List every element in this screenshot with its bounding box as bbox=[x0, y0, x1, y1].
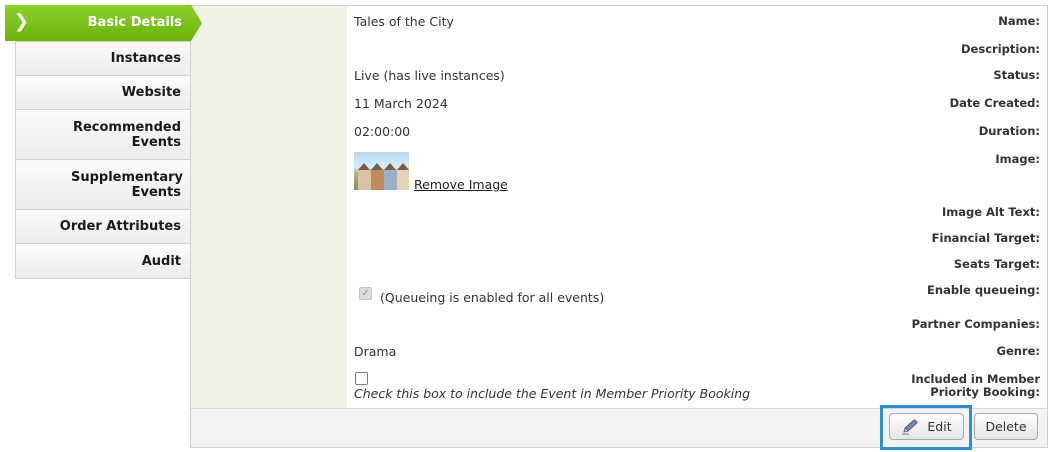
sidebar-item-label: Basic Details bbox=[87, 15, 182, 30]
event-image-thumbnail bbox=[354, 152, 409, 190]
queueing-note: (Queueing is enabled for all events) bbox=[380, 290, 605, 305]
genre-value: Drama bbox=[354, 344, 397, 359]
sidebar-item-instances[interactable]: Instances bbox=[15, 41, 191, 76]
sidebar-item-order-attributes[interactable]: Order Attributes bbox=[15, 210, 191, 244]
chevron-right-icon: ❯ bbox=[14, 11, 30, 32]
sidebar-item-label: Supplementary Events bbox=[71, 169, 183, 200]
description-label: Description: bbox=[961, 42, 1040, 56]
name-label: Name: bbox=[998, 14, 1040, 28]
enable-queueing-label: Enable queueing: bbox=[927, 283, 1040, 297]
seats-target-label: Seats Target: bbox=[953, 257, 1040, 271]
pencil-icon bbox=[901, 418, 919, 435]
sidebar-item-label: Instances bbox=[110, 51, 181, 66]
sidebar-item-label: Website bbox=[121, 85, 181, 100]
duration-label: Duration: bbox=[978, 124, 1040, 138]
member-priority-label-line2: Priority Booking: bbox=[930, 385, 1040, 399]
edit-button[interactable]: Edit bbox=[889, 413, 964, 440]
status-label: Status: bbox=[993, 68, 1040, 82]
label-column bbox=[191, 6, 347, 408]
date-created-value: 11 March 2024 bbox=[354, 96, 448, 111]
financial-target-label: Financial Target: bbox=[931, 231, 1040, 245]
member-priority-hint: Check this box to include the Event in M… bbox=[354, 386, 751, 401]
delete-button-label: Delete bbox=[985, 419, 1027, 434]
sidebar-item-label: Recommended Events bbox=[72, 119, 181, 150]
sidebar-nav: Instances Website Recommended Events Sup… bbox=[15, 5, 191, 279]
genre-label: Genre: bbox=[996, 344, 1041, 358]
delete-button[interactable]: Delete bbox=[974, 413, 1038, 440]
name-value: Tales of the City bbox=[354, 14, 454, 29]
sidebar-item-supplementary-events[interactable]: Supplementary Events bbox=[15, 160, 191, 210]
image-alt-text-label: Image Alt Text: bbox=[941, 205, 1040, 219]
sidebar-item-audit[interactable]: Audit bbox=[15, 244, 191, 279]
status-value: Live (has live instances) bbox=[354, 68, 505, 83]
sidebar-item-basic-details[interactable]: ❯ Basic Details bbox=[5, 5, 202, 41]
member-priority-checkbox[interactable] bbox=[355, 372, 368, 385]
sidebar-item-label: Order Attributes bbox=[59, 219, 181, 234]
date-created-label: Date Created: bbox=[949, 96, 1040, 110]
sidebar-item-website[interactable]: Website bbox=[15, 76, 191, 110]
image-label: Image: bbox=[995, 152, 1040, 166]
duration-value: 02:00:00 bbox=[354, 124, 411, 139]
edit-button-label: Edit bbox=[927, 419, 952, 434]
enable-queueing-checkbox: ✓ bbox=[359, 287, 372, 300]
partner-companies-label: Partner Companies: bbox=[911, 317, 1040, 331]
sidebar-item-label: Audit bbox=[141, 253, 181, 269]
details-panel: Name: Tales of the City Description: Sta… bbox=[190, 5, 1048, 448]
sidebar-item-recommended-events[interactable]: Recommended Events bbox=[15, 110, 191, 160]
remove-image-link[interactable]: Remove Image bbox=[414, 177, 508, 192]
